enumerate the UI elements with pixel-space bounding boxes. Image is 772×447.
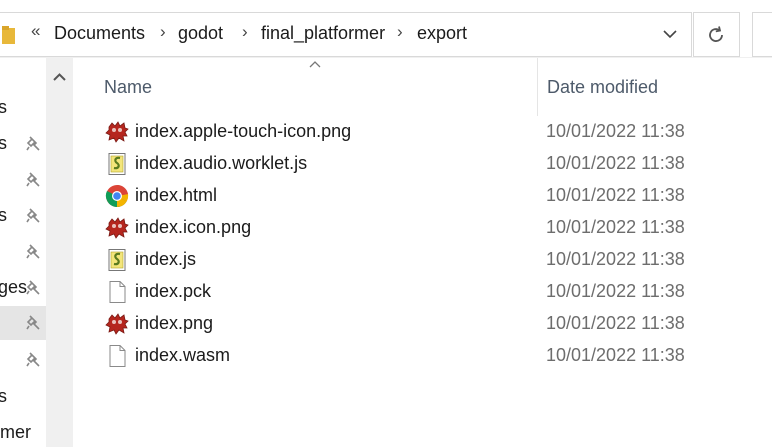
nav-item[interactable]: s xyxy=(0,128,46,160)
pin-icon[interactable] xyxy=(26,244,40,260)
file-row[interactable]: index.pck 10/01/2022 11:38 xyxy=(73,276,772,308)
file-row[interactable]: index.png 10/01/2022 11:38 xyxy=(73,308,772,340)
column-header-date-label: Date modified xyxy=(547,77,659,97)
script-icon xyxy=(105,152,129,176)
file-date-modified: 10/01/2022 11:38 xyxy=(546,153,685,173)
nav-item[interactable] xyxy=(0,236,46,268)
folder-icon xyxy=(2,26,15,44)
nav-item[interactable]: s xyxy=(0,92,46,124)
file-date-modified: 10/01/2022 11:38 xyxy=(546,217,685,237)
nav-item[interactable] xyxy=(0,164,46,196)
breadcrumb-item-export[interactable]: export xyxy=(417,23,467,44)
file-date-modified: 10/01/2022 11:38 xyxy=(546,345,685,365)
file-row[interactable]: index.wasm 10/01/2022 11:38 xyxy=(73,340,772,372)
file-row[interactable]: index.audio.worklet.js 10/01/2022 11:38 xyxy=(73,148,772,180)
nav-item-label: s xyxy=(0,205,7,225)
file-row[interactable]: index.icon.png 10/01/2022 11:38 xyxy=(73,212,772,244)
pin-icon[interactable] xyxy=(26,208,40,224)
godot-icon xyxy=(105,216,129,240)
file-row[interactable]: index.html 10/01/2022 11:38 xyxy=(73,180,772,212)
file-date-modified: 10/01/2022 11:38 xyxy=(546,313,685,333)
column-header-name[interactable]: Name xyxy=(73,58,537,116)
pin-icon[interactable] xyxy=(26,172,40,188)
breadcrumb-overflow[interactable]: « xyxy=(31,21,40,41)
nav-item-label: rmer xyxy=(0,422,31,442)
blank-file-icon xyxy=(105,280,129,304)
file-name: index.png xyxy=(135,313,214,333)
address-bar-row: « Documents › godot › final_platformer ›… xyxy=(0,0,772,58)
file-name: index.audio.worklet.js xyxy=(135,153,308,173)
godot-icon xyxy=(105,120,129,144)
nav-item[interactable]: ges xyxy=(0,272,46,304)
file-row[interactable]: index.js 10/01/2022 11:38 xyxy=(73,244,772,276)
nav-item[interactable] xyxy=(0,344,46,376)
file-date-modified: 10/01/2022 11:38 xyxy=(546,249,685,269)
nav-item-selected[interactable] xyxy=(0,306,46,340)
chevron-up-icon[interactable] xyxy=(52,72,67,82)
nav-scrollbar[interactable] xyxy=(46,58,73,447)
file-name: index.icon.png xyxy=(135,217,252,237)
pin-icon[interactable] xyxy=(26,352,40,368)
file-name: index.pck xyxy=(135,281,212,301)
file-name: index.html xyxy=(135,185,218,205)
breadcrumb-separator[interactable]: › xyxy=(242,22,248,42)
pin-icon[interactable] xyxy=(26,136,40,152)
refresh-icon xyxy=(709,26,723,42)
file-date-modified: 10/01/2022 11:38 xyxy=(546,281,685,301)
file-name: index.apple-touch-icon.png xyxy=(135,121,352,141)
pin-icon[interactable] xyxy=(26,280,40,296)
breadcrumb-item-godot[interactable]: godot xyxy=(178,23,223,44)
column-header-date-modified[interactable]: Date modified xyxy=(537,58,772,116)
nav-item-label: s xyxy=(0,97,7,117)
chevron-down-icon[interactable] xyxy=(660,24,680,44)
nav-item[interactable]: rmer xyxy=(0,417,46,447)
breadcrumb-separator[interactable]: › xyxy=(160,22,166,42)
file-name: index.wasm xyxy=(135,345,231,365)
file-name: index.js xyxy=(135,249,197,269)
chrome-icon xyxy=(105,184,129,208)
breadcrumb-separator[interactable]: › xyxy=(397,22,403,42)
breadcrumb-item-final-platformer[interactable]: final_platformer xyxy=(261,23,385,44)
file-date-modified: 10/01/2022 11:38 xyxy=(546,121,685,141)
script-icon xyxy=(105,248,129,272)
search-input[interactable] xyxy=(752,12,772,57)
sort-ascending-icon xyxy=(309,61,321,68)
nav-item-label: ges xyxy=(0,277,28,297)
column-header-name-label: Name xyxy=(104,77,153,97)
pin-icon[interactable] xyxy=(26,315,40,331)
nav-item-label: s xyxy=(0,386,7,406)
file-row[interactable]: index.apple-touch-icon.png 10/01/2022 11:… xyxy=(73,116,772,148)
nav-item-label: s xyxy=(0,133,7,153)
nav-item[interactable]: s xyxy=(0,381,46,413)
file-date-modified: 10/01/2022 11:38 xyxy=(546,185,685,205)
breadcrumb-item-documents[interactable]: Documents xyxy=(54,23,145,44)
navigation-pane: s s s ges s rmer xyxy=(0,58,46,447)
blank-file-icon xyxy=(105,344,129,368)
nav-item[interactable]: s xyxy=(0,200,46,232)
godot-icon xyxy=(105,312,129,336)
